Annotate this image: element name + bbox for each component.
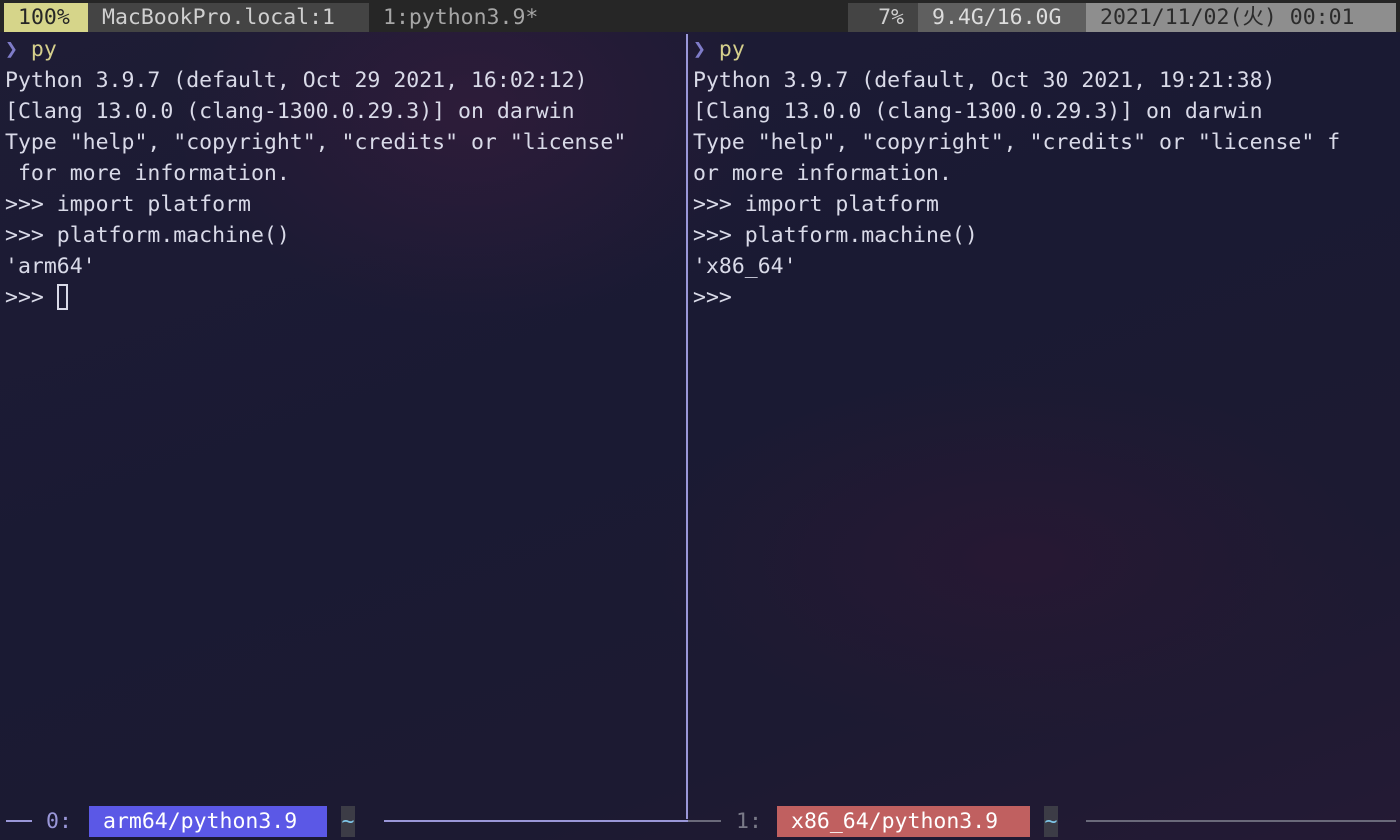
left-pane-path: ~: [341, 806, 355, 837]
output-line: or more information.: [693, 161, 952, 186]
output-line: [Clang 13.0.0 (clang-1300.0.29.3)] on da…: [693, 99, 1263, 124]
output-line: Type "help", "copyright", "credits" or "…: [693, 130, 1341, 155]
output-line: Python 3.9.7 (default, Oct 30 2021, 19:2…: [693, 68, 1276, 93]
output-line: for more information.: [5, 161, 290, 186]
repl-input-line: >>> import platform: [5, 192, 251, 217]
window-tab-python[interactable]: 1:python3.9*: [369, 3, 649, 32]
text-cursor: [56, 284, 68, 310]
right-pane-index: 1:: [736, 809, 762, 834]
shell-command: py: [718, 37, 745, 62]
left-pane-title[interactable]: arm64/python3.9: [89, 806, 327, 837]
prompt-chevron-icon: ❯: [5, 37, 18, 62]
repl-input-line: >>> platform.machine(): [5, 223, 290, 248]
tmux-status-bar: 100% MacBookPro.local:1 1:python3.9* 7% …: [0, 0, 1400, 32]
output-line: Type "help", "copyright", "credits" or "…: [5, 130, 627, 155]
session-host-label: MacBookPro.local:1: [88, 3, 369, 32]
repl-output-line: 'x86_64': [693, 254, 797, 279]
output-line: Python 3.9.7 (default, Oct 29 2021, 16:0…: [5, 68, 588, 93]
shell-prompt-line: ❯ py: [5, 34, 683, 65]
battery-status: 100%: [4, 3, 88, 32]
output-line: [Clang 13.0.0 (clang-1300.0.29.3)] on da…: [5, 99, 575, 124]
right-pane-title[interactable]: x86_64/python3.9: [777, 806, 1030, 837]
pane-border-status: 0: arm64/python3.9 ~ 1: x86_64/python3.9…: [0, 803, 1400, 840]
prompt-chevron-icon: ❯: [693, 37, 706, 62]
right-terminal-pane[interactable]: ❯ py Python 3.9.7 (default, Oct 30 2021,…: [693, 34, 1395, 804]
repl-input-line: >>> platform.machine(): [693, 223, 978, 248]
pane-border-line: [6, 820, 32, 822]
shell-prompt-line: ❯ py: [693, 34, 1395, 65]
pane-border-line: [384, 820, 688, 822]
pane-border-line: [688, 820, 721, 822]
pane-divider[interactable]: [686, 34, 688, 819]
repl-prompt: >>>: [693, 285, 732, 310]
repl-input-line: >>> import platform: [693, 192, 939, 217]
shell-command: py: [30, 37, 57, 62]
repl-current-prompt-line[interactable]: >>>: [5, 282, 683, 313]
left-terminal-pane[interactable]: ❯ py Python 3.9.7 (default, Oct 29 2021,…: [5, 34, 683, 804]
memory-usage: 9.4G/16.0G: [918, 3, 1086, 32]
pane-border-line: [1086, 820, 1396, 822]
right-pane-path: ~: [1044, 806, 1058, 837]
datetime-display: 2021/11/02(火) 00:01: [1086, 3, 1396, 32]
repl-prompt: >>>: [5, 285, 57, 310]
left-pane-index: 0:: [46, 809, 72, 834]
cpu-usage: 7%: [848, 3, 918, 32]
repl-output-line: 'arm64': [5, 254, 96, 279]
repl-current-prompt-line[interactable]: >>>: [693, 282, 1395, 313]
